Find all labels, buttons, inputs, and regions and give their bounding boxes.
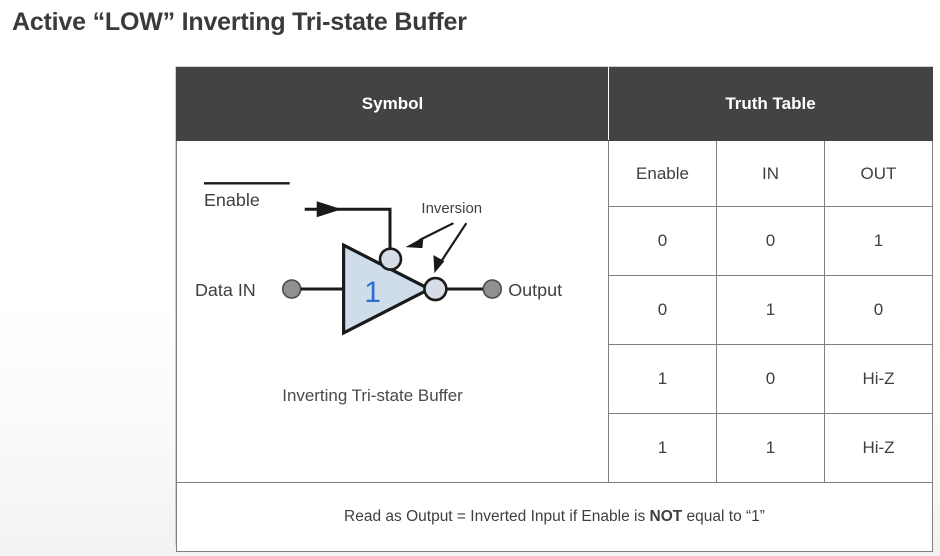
- logic-symbol-svg: Enable Data IN 1 Output Inversion Invert…: [195, 182, 562, 405]
- cell-in: 1: [716, 413, 825, 483]
- output-inversion-bubble: [423, 276, 448, 302]
- enable-wire: [304, 201, 392, 252]
- output-terminal-dot: [482, 279, 503, 299]
- gate-number-label: 1: [364, 276, 381, 309]
- figure-footer-note: Read as Output = Inverted Input if Enabl…: [176, 482, 933, 552]
- data-in-terminal-dot: [281, 279, 302, 299]
- cell-enable: 0: [608, 206, 717, 276]
- table-header-row: Symbol Truth Table: [176, 67, 933, 141]
- symbol-diagram: Enable Data IN 1 Output Inversion Invert…: [177, 141, 608, 482]
- tri-state-buffer-figure: Symbol Truth Table Enable Data IN 1 Outp…: [175, 66, 933, 552]
- cell-out: 1: [824, 206, 933, 276]
- data-in-label: Data IN: [195, 280, 256, 300]
- inversion-label: Inversion: [421, 200, 482, 217]
- cell-enable: 0: [608, 275, 717, 345]
- cell-in: 0: [716, 344, 825, 414]
- symbol-column-header: Symbol: [176, 67, 609, 141]
- footer-emphasis: NOT: [649, 508, 683, 525]
- cell-out: Hi-Z: [824, 413, 933, 483]
- cell-out: Hi-Z: [824, 344, 933, 414]
- inversion-leader-arrow-left: [405, 222, 454, 249]
- page-title: Active “LOW” Inverting Tri-state Buffer: [12, 8, 467, 36]
- figure-footer-row: Read as Output = Inverted Input if Enabl…: [176, 482, 933, 552]
- enable-label: Enable: [204, 190, 260, 210]
- truth-table-header-out: OUT: [824, 140, 933, 207]
- truth-table-head-row: Enable Data IN 1 Output Inversion Invert…: [176, 140, 933, 483]
- footer-prefix: Read as Output = Inverted Input if Enabl…: [344, 508, 650, 525]
- footer-suffix: equal to “1”: [682, 508, 765, 525]
- truth-table-column-header: Truth Table: [608, 67, 933, 141]
- cell-out: 0: [824, 275, 933, 345]
- cell-in: 1: [716, 275, 825, 345]
- cell-enable: 1: [608, 413, 717, 483]
- output-label: Output: [508, 280, 562, 300]
- symbol-caption: Inverting Tri-state Buffer: [282, 386, 463, 405]
- cell-in: 0: [716, 206, 825, 276]
- truth-table-header-in: IN: [716, 140, 825, 207]
- data-in-wire: [281, 279, 343, 299]
- figure-table: Symbol Truth Table Enable Data IN 1 Outp…: [176, 67, 933, 552]
- truth-table-header-enable: Enable: [608, 140, 717, 207]
- cell-enable: 1: [608, 344, 717, 414]
- enable-label-group: Enable: [203, 182, 290, 210]
- output-wire: [446, 279, 503, 299]
- enable-inversion-bubble: [378, 247, 403, 271]
- symbol-cell: Enable Data IN 1 Output Inversion Invert…: [176, 140, 609, 483]
